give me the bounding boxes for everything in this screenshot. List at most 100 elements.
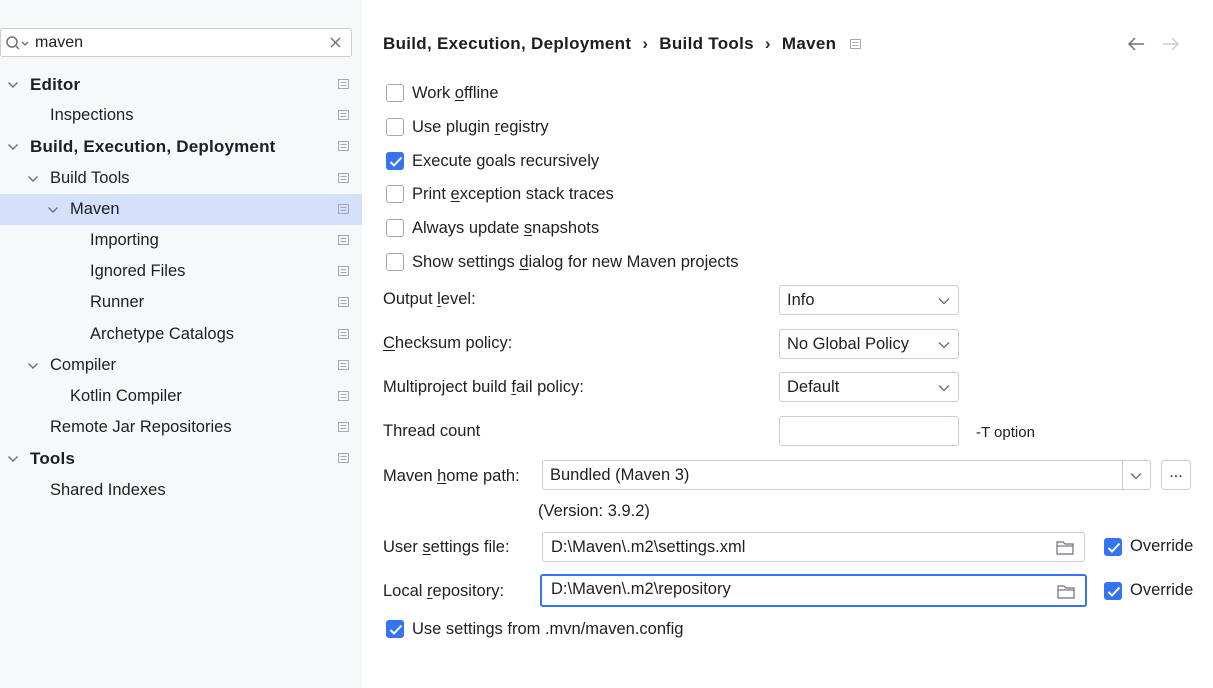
chevron-down-icon xyxy=(938,298,950,305)
work-offline-option[interactable]: Work offline xyxy=(386,82,499,104)
mnemonic: s xyxy=(523,218,533,237)
search-input[interactable] xyxy=(35,32,315,54)
chevron-down-icon[interactable] xyxy=(7,453,19,465)
update-snapshots-checkbox[interactable] xyxy=(386,219,404,237)
checksum-policy-value: No Global Policy xyxy=(787,335,909,353)
mnemonic: h xyxy=(437,467,447,485)
user-settings-override-checkbox[interactable] xyxy=(1104,537,1122,556)
output-level-label: Output level: xyxy=(383,290,476,309)
project-level-icon xyxy=(338,391,349,401)
tree-item-label: Kotlin Compiler xyxy=(70,387,182,405)
tree-item-label: Tools xyxy=(30,449,76,469)
print-exception-option[interactable]: Print exception stack traces xyxy=(386,183,614,205)
option-label-part: Always update xyxy=(412,218,524,237)
work-offline-checkbox[interactable] xyxy=(386,84,404,102)
chevron-down-icon[interactable] xyxy=(27,173,39,185)
maven-home-select[interactable]: Bundled (Maven 3) xyxy=(542,460,1151,490)
settings-dialog-checkbox[interactable] xyxy=(386,253,404,271)
project-level-icon xyxy=(338,453,349,464)
mnemonic: d xyxy=(519,252,529,271)
output-level-value: Info xyxy=(787,291,815,309)
maven-version-text: (Version: 3.9.2) xyxy=(538,502,650,520)
browse-maven-home-button[interactable]: ... xyxy=(1161,460,1191,490)
tree-item-label: Inspections xyxy=(50,106,134,125)
option-label-part: Work xyxy=(412,83,455,102)
mvn-config-option[interactable]: Use settings from .mvn/maven.config xyxy=(386,618,683,640)
tree-item[interactable]: Ignored Files xyxy=(0,256,362,287)
update-snapshots-option[interactable]: Always update snapshots xyxy=(386,217,599,239)
settings-dialog-option[interactable]: Show settings dialog for new Maven proje… xyxy=(386,251,739,273)
tree-item[interactable]: Editor xyxy=(0,69,362,100)
mvn-config-label: Use settings from .mvn/maven.config xyxy=(412,619,684,638)
override-label: Override xyxy=(1130,581,1194,599)
thread-count-hint: -T option xyxy=(976,424,1035,441)
print-exception-checkbox[interactable] xyxy=(386,185,404,203)
chevron-down-icon xyxy=(938,342,950,349)
tree-item[interactable]: Importing xyxy=(0,225,362,256)
project-level-icon xyxy=(338,266,349,277)
user-settings-input[interactable]: D:\Maven\.m2\settings.xml xyxy=(542,532,1085,562)
user-settings-value: D:\Maven\.m2\settings.xml xyxy=(551,538,746,556)
breadcrumb-item-build-tools[interactable]: Build Tools xyxy=(659,34,754,54)
back-arrow-icon[interactable] xyxy=(1128,37,1145,51)
forward-arrow-icon[interactable] xyxy=(1162,37,1179,51)
fail-policy-select[interactable]: Default xyxy=(779,372,959,402)
chevron-down-icon xyxy=(938,385,950,392)
tree-item-label: Build, Execution, Deployment xyxy=(30,137,276,157)
project-level-icon xyxy=(338,422,349,433)
settings-search-box[interactable] xyxy=(0,28,352,57)
option-label-part: Print xyxy=(412,184,451,203)
tree-item[interactable]: Compiler xyxy=(0,350,362,381)
settings-sidebar: Editor Inspections Build, Execution, Deplo… xyxy=(0,0,362,688)
tree-item-label: Editor xyxy=(30,75,81,94)
tree-item[interactable]: Kotlin Compiler xyxy=(0,381,362,412)
tree-item[interactable]: Maven xyxy=(0,193,362,225)
execute-goals-option[interactable]: Execute goals recursively xyxy=(386,150,599,172)
label-part: ome path: xyxy=(446,467,520,485)
local-repo-override-checkbox[interactable] xyxy=(1104,581,1122,600)
clear-search-icon[interactable] xyxy=(330,37,341,48)
tree-item[interactable]: Archetype Catalogs xyxy=(0,319,362,350)
local-repo-input[interactable]: D:\Maven\.m2\repository xyxy=(540,574,1087,607)
tree-item[interactable]: Shared Indexes xyxy=(0,475,362,506)
chevron-down-icon[interactable] xyxy=(27,360,39,372)
chevron-down-icon[interactable] xyxy=(7,141,19,153)
tree-item[interactable]: Inspections xyxy=(0,100,362,131)
chevron-down-icon[interactable] xyxy=(47,204,59,216)
tree-item[interactable]: Remote Jar Repositories xyxy=(0,412,362,443)
fail-policy-label: Multiproject build fail policy: xyxy=(383,378,584,397)
mvn-config-checkbox[interactable] xyxy=(386,620,404,638)
tree-item[interactable]: Runner xyxy=(0,287,362,318)
user-settings-override[interactable]: Override xyxy=(1104,537,1193,556)
breadcrumb: Build, Execution, Deployment › Build Too… xyxy=(383,32,862,56)
checksum-policy-label: Checksum policy: xyxy=(383,334,512,353)
option-label-part: xception stack traces xyxy=(459,184,614,203)
option-label-part: Use plugin xyxy=(412,117,495,136)
tree-item[interactable]: Build, Execution, Deployment xyxy=(0,131,362,162)
execute-goals-checkbox[interactable] xyxy=(386,152,404,170)
tree-item-label: Shared Indexes xyxy=(50,480,166,499)
project-level-icon xyxy=(338,141,349,152)
local-repo-override[interactable]: Override xyxy=(1104,581,1193,600)
chevron-down-icon[interactable] xyxy=(1130,472,1142,480)
thread-count-input[interactable] xyxy=(779,416,959,446)
folder-icon[interactable] xyxy=(1057,584,1075,599)
tree-item[interactable]: Tools xyxy=(0,443,362,474)
option-label-part: ialog for new Maven projects xyxy=(528,252,739,271)
search-icon[interactable] xyxy=(5,35,29,51)
tree-item-label: Ignored Files xyxy=(90,262,186,281)
tree-item[interactable]: Build Tools xyxy=(0,163,362,194)
combo-divider xyxy=(1122,461,1123,489)
plugin-registry-checkbox[interactable] xyxy=(386,118,404,136)
folder-icon[interactable] xyxy=(1056,540,1074,555)
output-level-select[interactable]: Info xyxy=(779,285,959,315)
breadcrumb-item-build[interactable]: Build, Execution, Deployment xyxy=(383,34,631,54)
local-repo-value: D:\Maven\.m2\repository xyxy=(551,580,731,598)
label-part: User xyxy=(383,538,423,556)
project-level-icon xyxy=(850,39,862,49)
chevron-down-icon[interactable] xyxy=(7,79,19,91)
checksum-policy-select[interactable]: No Global Policy xyxy=(779,329,959,359)
plugin-registry-option[interactable]: Use plugin registry xyxy=(386,116,549,138)
project-level-icon xyxy=(338,110,349,121)
checkmark-icon xyxy=(389,156,403,167)
